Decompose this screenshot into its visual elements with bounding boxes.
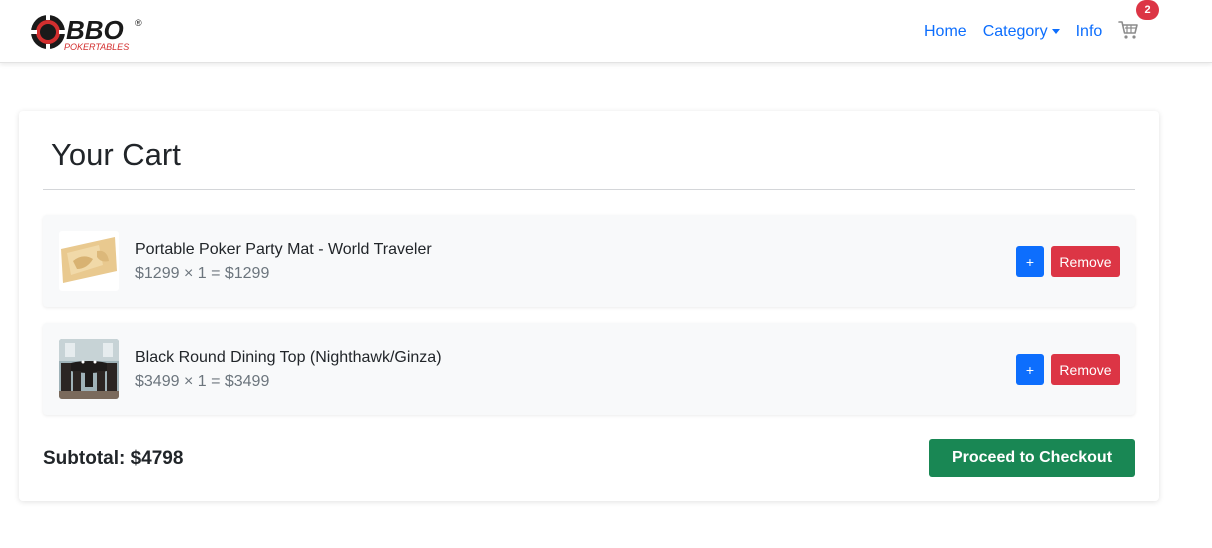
item-price-line: $3499 × 1 = $3499 bbox=[135, 373, 270, 390]
item-name: Black Round Dining Top (Nighthawk/Ginza) bbox=[135, 349, 442, 366]
cart-link[interactable] bbox=[1118, 20, 1140, 40]
navbar: BBO ® POKERTABLES Home Category Info 2 bbox=[0, 0, 1212, 63]
title-divider bbox=[43, 189, 1135, 190]
cart-item: Portable Poker Party Mat - World Travele… bbox=[43, 215, 1135, 307]
chevron-down-icon bbox=[1051, 29, 1060, 34]
remove-item-button[interactable]: Remove bbox=[1051, 246, 1120, 277]
item-price-line: $1299 × 1 = $1299 bbox=[135, 265, 270, 282]
svg-text:BBO: BBO bbox=[66, 15, 124, 45]
nav-info-link[interactable]: Info bbox=[1068, 23, 1111, 41]
nav-home-link[interactable]: Home bbox=[916, 23, 975, 41]
nav-category-label: Category bbox=[982, 22, 1048, 40]
nav-links: Home Category Info bbox=[916, 0, 1110, 63]
increase-quantity-button[interactable]: + bbox=[1016, 354, 1044, 385]
remove-item-button[interactable]: Remove bbox=[1051, 354, 1120, 385]
nav-category-dropdown[interactable]: Category bbox=[975, 23, 1068, 41]
svg-text:POKERTABLES: POKERTABLES bbox=[64, 42, 129, 52]
cart-card: Your Cart Portable Poker Party Mat - Wor… bbox=[19, 111, 1159, 501]
svg-text:®: ® bbox=[135, 18, 142, 28]
item-name: Portable Poker Party Mat - World Travele… bbox=[135, 241, 432, 258]
subtotal: Subtotal: $4798 bbox=[43, 448, 184, 469]
page-title: Your Cart bbox=[51, 137, 181, 172]
product-thumbnail bbox=[59, 339, 119, 399]
product-thumbnail bbox=[59, 231, 119, 291]
proceed-to-checkout-button[interactable]: Proceed to Checkout bbox=[929, 439, 1135, 477]
brand-logo[interactable]: BBO ® POKERTABLES bbox=[28, 10, 148, 54]
cart-item: Black Round Dining Top (Nighthawk/Ginza)… bbox=[43, 323, 1135, 415]
cart-count-badge: 2 bbox=[1136, 0, 1159, 20]
shopping-cart-icon bbox=[1118, 21, 1138, 39]
increase-quantity-button[interactable]: + bbox=[1016, 246, 1044, 277]
